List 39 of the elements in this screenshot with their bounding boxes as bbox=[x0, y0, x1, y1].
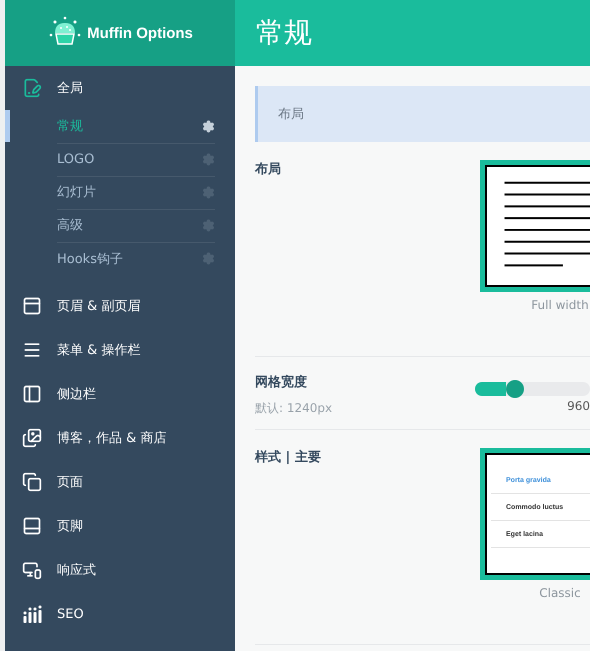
settings-icon bbox=[202, 152, 215, 166]
sidebar-item[interactable]: 菜单 & 操作栏 bbox=[5, 328, 235, 372]
sidebar-layout-icon bbox=[22, 384, 42, 404]
copy-icon bbox=[22, 472, 42, 492]
settings-icon bbox=[202, 186, 215, 198]
sidebar-item[interactable]: 页眉 & 副页眉 bbox=[5, 284, 235, 328]
sidebar-item[interactable]: 页面 bbox=[5, 460, 235, 504]
slider-thumb[interactable] bbox=[506, 380, 524, 398]
option-caption: Classic bbox=[538, 586, 582, 600]
option-caption: Full width bbox=[530, 298, 590, 312]
sidebar-subitem[interactable]: LOGO bbox=[5, 143, 235, 176]
sidebar-item[interactable]: 全局 bbox=[5, 66, 235, 110]
sidebar-item[interactable]: 页脚 bbox=[5, 504, 235, 548]
sidebar-item[interactable]: 博客，作品 & 商店 bbox=[5, 416, 235, 460]
settings-icon bbox=[202, 218, 215, 232]
sidebar-item[interactable]: 响应式 bbox=[5, 548, 235, 592]
section-title: 布局 bbox=[278, 106, 304, 123]
devices-icon bbox=[22, 560, 42, 580]
header-layout-icon bbox=[22, 296, 42, 316]
sidebar-subitem[interactable]: 高级 bbox=[5, 209, 235, 242]
sidebar-subitem[interactable]: 常规 bbox=[5, 110, 235, 143]
chart-dots-icon bbox=[22, 604, 42, 624]
notepad-pen-icon bbox=[22, 78, 42, 98]
settings-icon bbox=[202, 120, 215, 132]
sidebar-item[interactable]: 侧边栏 bbox=[5, 372, 235, 416]
field-label: 网格宽度 bbox=[255, 374, 308, 391]
sidebar-item[interactable]: SEO bbox=[5, 592, 235, 636]
field-hint: 默认: 1240px bbox=[255, 400, 334, 417]
images-icon bbox=[22, 428, 42, 448]
slider-track[interactable] bbox=[475, 382, 590, 396]
sidebar-subitem[interactable]: 幻灯片 bbox=[5, 176, 235, 209]
sidebar-subitem[interactable]: Hooks钩子 bbox=[5, 242, 235, 275]
field-label: 布局 bbox=[255, 161, 282, 178]
page-title: 常规 bbox=[256, 15, 312, 51]
settings-icon bbox=[202, 252, 215, 265]
field-label: 样式 | 主要 bbox=[255, 448, 322, 466]
slider-value: 960 bbox=[566, 399, 590, 413]
brand-name: Muffin Options bbox=[87, 24, 193, 42]
footer-layout-icon bbox=[22, 516, 42, 536]
